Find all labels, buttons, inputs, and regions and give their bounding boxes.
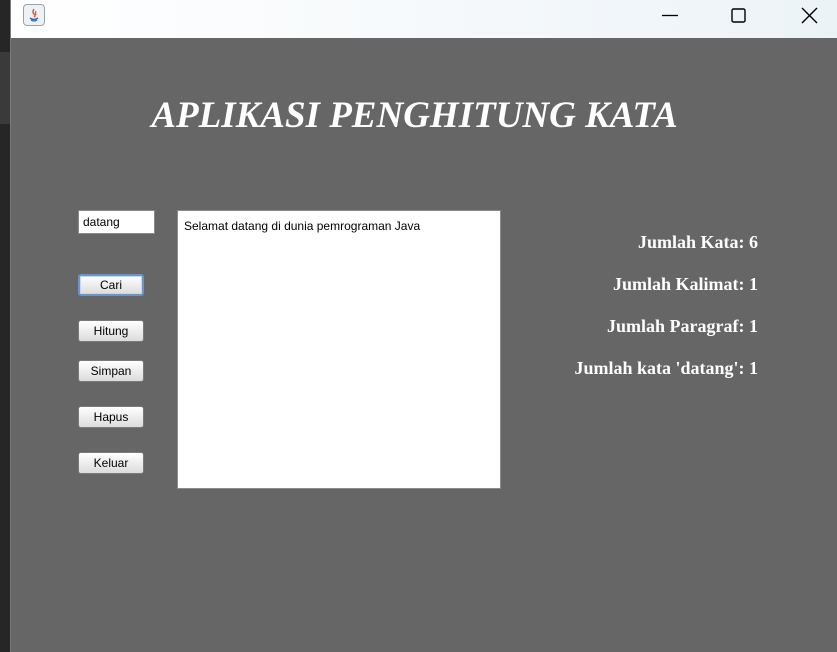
word-count-label: Jumlah Kata: 6: [637, 232, 758, 252]
text-input-area[interactable]: Selamat datang di dunia pemrograman Java: [177, 210, 501, 489]
minimize-button[interactable]: [635, 0, 705, 32]
page-title: APLIKASI PENGHITUNG KATA: [151, 95, 678, 136]
search-count-label: Jumlah kata 'datang': 1: [574, 358, 758, 378]
simpan-button[interactable]: Simpan: [78, 360, 144, 382]
title-bar[interactable]: [11, 0, 837, 38]
close-button[interactable]: [774, 0, 837, 32]
sentence-count-label: Jumlah Kalimat: 1: [612, 274, 758, 294]
hitung-button[interactable]: Hitung: [78, 320, 144, 342]
paragraph-count-label: Jumlah Paragraf: 1: [607, 316, 758, 336]
maximize-button[interactable]: [704, 0, 774, 32]
desktop-window-edge: [0, 52, 10, 124]
app-window: APLIKASI PENGHITUNG KATA Cari Hitung Sim…: [10, 0, 837, 652]
search-input[interactable]: [78, 210, 155, 234]
maximize-icon: [731, 8, 746, 23]
minimize-icon: [662, 14, 678, 17]
close-icon: [801, 7, 818, 24]
cari-button[interactable]: Cari: [78, 274, 144, 296]
hapus-button[interactable]: Hapus: [78, 406, 144, 428]
java-icon: [23, 4, 45, 26]
keluar-button[interactable]: Keluar: [78, 452, 144, 474]
